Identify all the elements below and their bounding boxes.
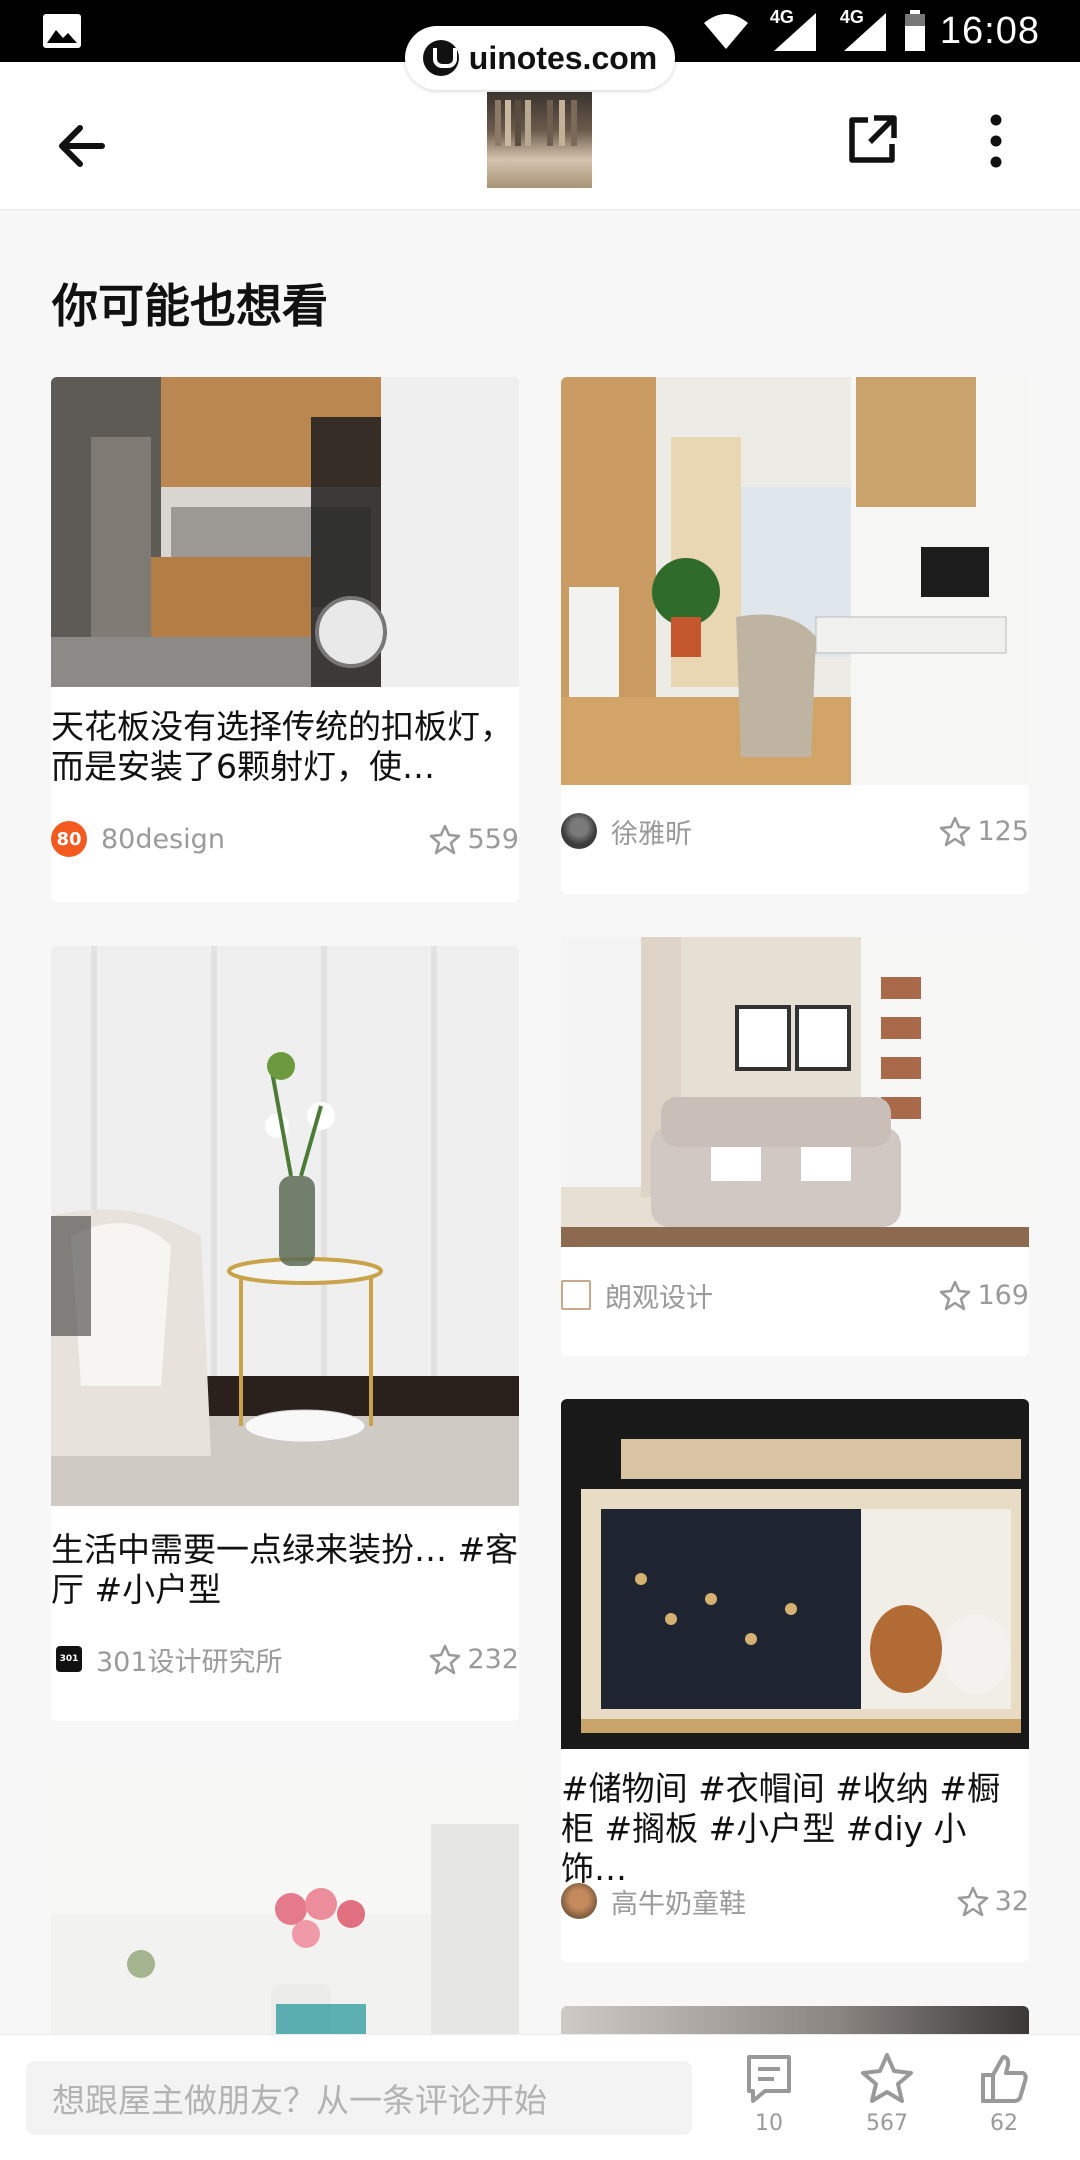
battery-icon bbox=[904, 10, 925, 51]
card-title[interactable]: #储物间 #衣帽间 #收纳 #橱柜 #搁板 #小户型 #diy 小饰… bbox=[561, 1769, 1029, 1889]
card-meta: 朗观设计 169 bbox=[561, 1273, 1029, 1317]
feed-card[interactable]: 天花板没有选择传统的扣板灯，而是安装了6颗射灯，使… 80 80design 5… bbox=[51, 377, 519, 902]
favorite-count[interactable]: 125 bbox=[939, 815, 1029, 847]
feed-card[interactable]: #储物间 #衣帽间 #收纳 #橱柜 #搁板 #小户型 #diy 小饰… 高牛奶童… bbox=[561, 1399, 1029, 1962]
card-photo-flowers[interactable] bbox=[51, 1764, 519, 2064]
bottom-bar: 想跟屋主做朋友？从一条评论开始 10 567 62 bbox=[0, 2034, 1080, 2160]
comment-input[interactable]: 想跟屋主做朋友？从一条评论开始 bbox=[26, 2061, 692, 2135]
favorite-count[interactable]: 169 bbox=[939, 1279, 1029, 1311]
network-type-1: 4G bbox=[769, 7, 794, 27]
author-avatar[interactable] bbox=[561, 1883, 597, 1919]
author-name[interactable]: 301设计研究所 bbox=[96, 1640, 429, 1679]
network-type-2: 4G bbox=[839, 7, 864, 27]
star-icon bbox=[957, 1886, 988, 1917]
author-name[interactable]: 朗观设计 bbox=[605, 1276, 939, 1315]
favorite-count-value: 32 bbox=[994, 1885, 1029, 1917]
thumbs-up-icon bbox=[981, 2055, 1028, 2103]
author-avatar[interactable] bbox=[561, 1280, 591, 1310]
star-icon bbox=[430, 824, 461, 855]
author-name[interactable]: 80design bbox=[101, 824, 429, 855]
favorite-count[interactable]: 232 bbox=[429, 1643, 519, 1675]
star-icon bbox=[940, 1280, 971, 1311]
card-photo-study[interactable] bbox=[561, 377, 1029, 785]
favorite-count[interactable]: 559 bbox=[429, 823, 519, 855]
like-count: 62 bbox=[990, 2111, 1018, 2136]
favorite-total-count: 567 bbox=[866, 2111, 908, 2136]
cell-signal-1-icon: 4G bbox=[764, 7, 820, 53]
comment-count: 10 bbox=[755, 2111, 783, 2136]
more-vertical-icon[interactable] bbox=[966, 106, 1026, 176]
card-photo-living[interactable] bbox=[51, 946, 519, 1506]
feed-card[interactable]: 朗观设计 169 bbox=[561, 937, 1029, 1356]
comment-button[interactable]: 10 bbox=[729, 2049, 809, 2155]
share-icon[interactable] bbox=[842, 110, 902, 170]
card-photo-storage[interactable] bbox=[561, 1399, 1029, 1749]
favorite-count-value: 125 bbox=[977, 815, 1029, 847]
favorite-count-value: 232 bbox=[467, 1643, 519, 1675]
gallery-icon bbox=[43, 14, 81, 48]
star-icon bbox=[940, 816, 971, 847]
watermark-text: uinotes.com bbox=[468, 39, 658, 76]
author-avatar[interactable] bbox=[561, 813, 597, 849]
feed-card[interactable]: 徐雅昕 125 bbox=[561, 377, 1029, 894]
card-meta: 高牛奶童鞋 32 bbox=[561, 1879, 1029, 1923]
back-arrow-icon[interactable] bbox=[46, 106, 126, 186]
star-icon bbox=[861, 2053, 913, 2103]
favorite-count[interactable]: 32 bbox=[957, 1885, 1029, 1917]
favorite-count-value: 559 bbox=[467, 823, 519, 855]
card-photo-kitchen[interactable] bbox=[51, 377, 519, 687]
watermark-badge: uinotes.com bbox=[405, 26, 675, 90]
card-meta: 80 80design 559 bbox=[51, 817, 519, 861]
section-title: 你可能也想看 bbox=[52, 279, 328, 333]
house-thumbnail[interactable] bbox=[487, 92, 592, 188]
clock: 16:08 bbox=[939, 9, 1040, 52]
author-name[interactable]: 高牛奶童鞋 bbox=[611, 1882, 957, 1921]
author-avatar[interactable]: 80 bbox=[51, 821, 87, 857]
cell-signal-2-icon: 4G bbox=[834, 7, 890, 53]
card-photo-bedroom[interactable] bbox=[561, 937, 1029, 1247]
star-icon bbox=[430, 1644, 461, 1675]
favorite-count-value: 169 bbox=[977, 1279, 1029, 1311]
wifi-icon bbox=[703, 14, 748, 49]
feed-card[interactable] bbox=[51, 1764, 519, 2064]
comment-icon bbox=[747, 2055, 791, 2103]
like-button[interactable]: 62 bbox=[964, 2049, 1044, 2155]
feed-card[interactable]: 生活中需要一点绿来装扮… #客厅 #小户型 301 301设计研究所 232 bbox=[51, 946, 519, 1721]
card-title[interactable]: 天花板没有选择传统的扣板灯，而是安装了6颗射灯，使… bbox=[51, 707, 519, 787]
favorite-button[interactable]: 567 bbox=[847, 2049, 927, 2155]
card-title[interactable]: 生活中需要一点绿来装扮… #客厅 #小户型 bbox=[51, 1530, 519, 1610]
author-avatar[interactable]: 301 bbox=[56, 1646, 82, 1672]
card-meta: 301 301设计研究所 232 bbox=[51, 1637, 519, 1681]
card-meta: 徐雅昕 125 bbox=[561, 809, 1029, 853]
author-name[interactable]: 徐雅昕 bbox=[611, 812, 939, 851]
uinotes-logo-icon bbox=[422, 40, 459, 76]
